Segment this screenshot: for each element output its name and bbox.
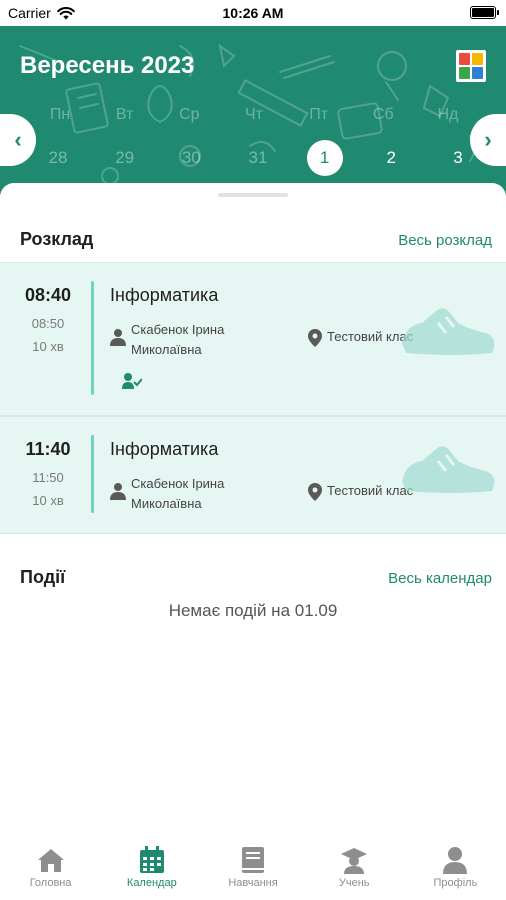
- lesson-start-time: 08:40: [24, 285, 72, 305]
- weekday-row: Пн Вт Ср Чт Пт Сб Нд: [40, 106, 468, 124]
- sheet-grabber[interactable]: [218, 193, 288, 197]
- lesson-accent-bar: [91, 281, 94, 395]
- day-row: 28 29 30 31 1 2 3: [40, 140, 476, 176]
- calendar-header: Вересень 2023 Пн Вт Ср Чт Пт Сб Нд 28 29…: [0, 26, 506, 196]
- events-header: Події Весь календар: [20, 567, 492, 588]
- weekday-label: Вт: [115, 106, 134, 123]
- schedule-title: Розклад: [20, 229, 94, 249]
- battery-icon: [470, 6, 499, 19]
- lesson-card[interactable]: 11:40 11:50 10 хв Інформатика Скабенок І…: [0, 416, 506, 534]
- weekday-label: Сб: [372, 106, 394, 123]
- profile-icon: [441, 846, 469, 874]
- lesson-card[interactable]: 08:40 08:50 10 хв Інформатика Скабенок І…: [0, 262, 506, 416]
- sneaker-icon: [402, 308, 495, 355]
- lesson-duration: 10 хв: [32, 493, 64, 508]
- tab-profile[interactable]: Профіль: [405, 842, 506, 900]
- tab-label: Навчання: [228, 877, 278, 889]
- person-icon: [110, 329, 126, 346]
- location-pin-icon: [308, 483, 322, 501]
- tab-label: Календар: [126, 877, 177, 889]
- attendance-check-icon: [122, 373, 142, 389]
- weekday-label: Ср: [179, 106, 200, 123]
- schedule-header: Розклад Весь розклад: [20, 229, 492, 250]
- student-icon: [340, 846, 368, 874]
- tab-home[interactable]: Головна: [0, 842, 101, 900]
- calendar-icon: [138, 846, 166, 874]
- day-cell[interactable]: 31: [240, 140, 276, 176]
- chevron-left-icon: ‹: [14, 127, 22, 152]
- tab-label: Профіль: [433, 877, 478, 889]
- location-pin-icon: [308, 329, 322, 347]
- tab-learning[interactable]: Навчання: [202, 842, 303, 900]
- lesson-time: 11:40 11:50 10 хв: [20, 439, 76, 508]
- chevron-right-icon: ›: [484, 127, 492, 152]
- day-cell[interactable]: 29: [107, 140, 143, 176]
- school-logo[interactable]: [456, 50, 486, 82]
- person-icon: [110, 483, 126, 500]
- content-sheet: Розклад Весь розклад 08:40 08:50 10 хв І…: [0, 183, 506, 843]
- weekday-label: Нд: [437, 106, 459, 123]
- all-calendar-link[interactable]: Весь календар: [388, 570, 492, 587]
- tab-label: Учень: [338, 877, 370, 889]
- lesson-time: 08:40 08:50 10 хв: [20, 285, 76, 354]
- lesson-subject: Інформатика: [110, 439, 219, 459]
- lesson-subject: Інформатика: [110, 285, 219, 305]
- sneaker-icon: [402, 446, 495, 493]
- home-icon: [37, 846, 65, 874]
- lesson-teacher: Скабенок Ірина Миколаївна: [131, 476, 225, 511]
- lesson-accent-bar: [91, 435, 94, 513]
- day-cell[interactable]: 30: [173, 140, 209, 176]
- events-title: Події: [20, 567, 66, 587]
- weekday-label: Пн: [49, 106, 71, 123]
- tab-student[interactable]: Учень: [304, 842, 405, 900]
- status-time: 10:26 AM: [222, 5, 284, 21]
- lesson-teacher: Скабенок Ірина Миколаївна: [131, 322, 225, 357]
- weekday-label: Чт: [244, 106, 263, 123]
- tab-label: Головна: [29, 877, 72, 889]
- month-title: Вересень 2023: [20, 52, 195, 79]
- day-cell-selected[interactable]: 1: [306, 140, 343, 176]
- lesson-duration: 10 хв: [32, 339, 64, 354]
- status-bar: Carrier 10:26 AM: [0, 0, 506, 26]
- lesson-start-time: 11:40: [25, 439, 71, 459]
- lesson-end-time: 08:50: [31, 316, 65, 331]
- weekday-label: Пт: [309, 106, 329, 123]
- no-events-message: Немає подій на 01.09: [168, 601, 338, 620]
- tab-calendar[interactable]: Календар: [101, 842, 202, 900]
- bottom-tab-bar: Головна Календар Навчання Учень Профіль: [0, 842, 506, 900]
- all-schedule-link[interactable]: Весь розклад: [398, 232, 492, 249]
- lesson-end-time: 11:50: [32, 470, 64, 485]
- day-cell[interactable]: 2: [373, 140, 409, 176]
- book-icon: [239, 846, 267, 874]
- day-cell[interactable]: 28: [40, 140, 76, 176]
